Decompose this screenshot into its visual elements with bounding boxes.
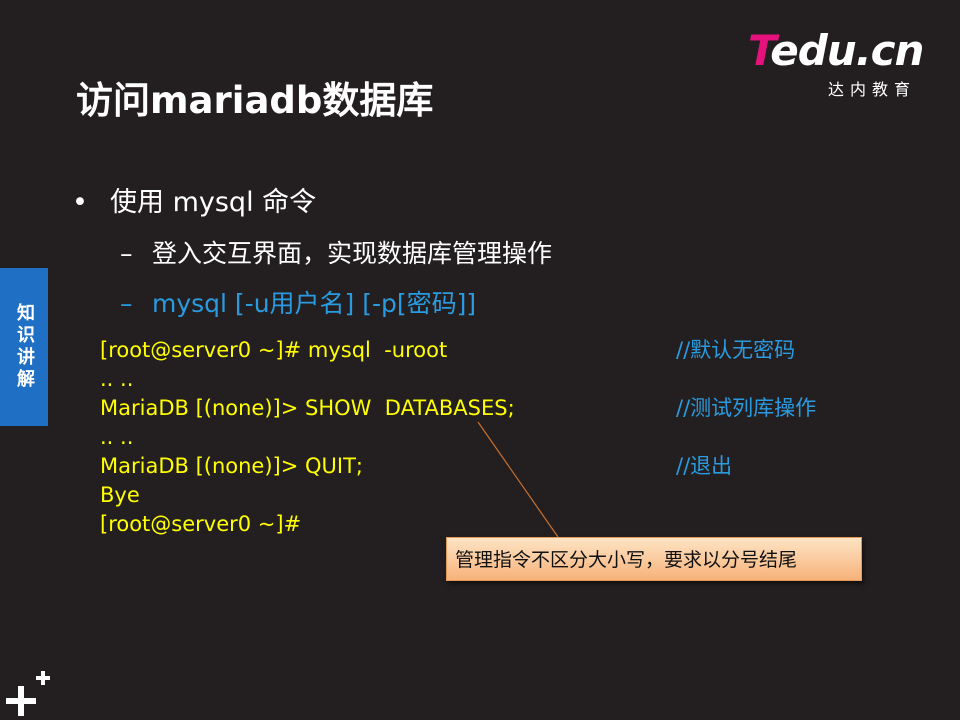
dash-marker: – — [120, 239, 133, 268]
logo-brand: Tedu.cn — [748, 26, 924, 75]
slide: 访问mariadb数据库 Tedu.cn 达内教育 知识讲解 • 使用 mysql… — [0, 0, 960, 720]
side-tab-knowledge: 知识讲解 — [0, 268, 48, 426]
code-line: .. .. — [100, 425, 134, 449]
bullet-level2-item: – mysql [-u用户名] [-p[密码]] — [120, 284, 476, 320]
bullet-level2-text: 登入交互界面，实现数据库管理操作 — [152, 239, 553, 268]
code-line: [root@server0 ~]# mysql -uroot — [100, 338, 448, 362]
bullet-marker: • — [72, 187, 88, 218]
logo-subtitle: 达内教育 — [828, 80, 917, 99]
comment-line — [676, 365, 816, 394]
comment-line — [676, 423, 816, 452]
tedu-logo: Tedu.cn 达内教育 — [748, 28, 938, 100]
bullet-level2-text: mysql [-u用户名] [-p[密码]] — [152, 289, 477, 318]
code-line: [root@server0 ~]# — [100, 512, 302, 536]
code-block: [root@server0 ~]# mysql -uroot .. .. Maria… — [100, 336, 515, 539]
comment-line: //默认无密码 — [676, 338, 796, 362]
callout-note: 管理指令不区分大小写，要求以分号结尾 — [446, 537, 862, 581]
code-line: Bye — [100, 483, 140, 507]
plus-icon — [6, 671, 50, 716]
comment-line: //退出 — [676, 454, 733, 478]
bullet-level2-item: – 登入交互界面，实现数据库管理操作 — [120, 234, 552, 270]
dash-marker: – — [120, 289, 133, 318]
code-line: .. .. — [100, 367, 134, 391]
code-line: MariaDB [(none)]> SHOW DATABASES; — [100, 396, 515, 420]
comment-line: //测试列库操作 — [676, 396, 817, 420]
logo-brand-rest: edu.cn — [770, 26, 924, 75]
logo-brand-t: T — [748, 26, 771, 75]
bullet-level1-text: 使用 mysql 命令 — [110, 187, 317, 218]
comment-block: //默认无密码 //测试列库操作 //退出 — [676, 336, 816, 481]
code-line: MariaDB [(none)]> QUIT; — [100, 454, 364, 478]
side-tab-label: 知识讲解 — [14, 303, 35, 391]
bullet-level1: • 使用 mysql 命令 — [72, 180, 316, 219]
page-title: 访问mariadb数据库 — [76, 79, 434, 122]
